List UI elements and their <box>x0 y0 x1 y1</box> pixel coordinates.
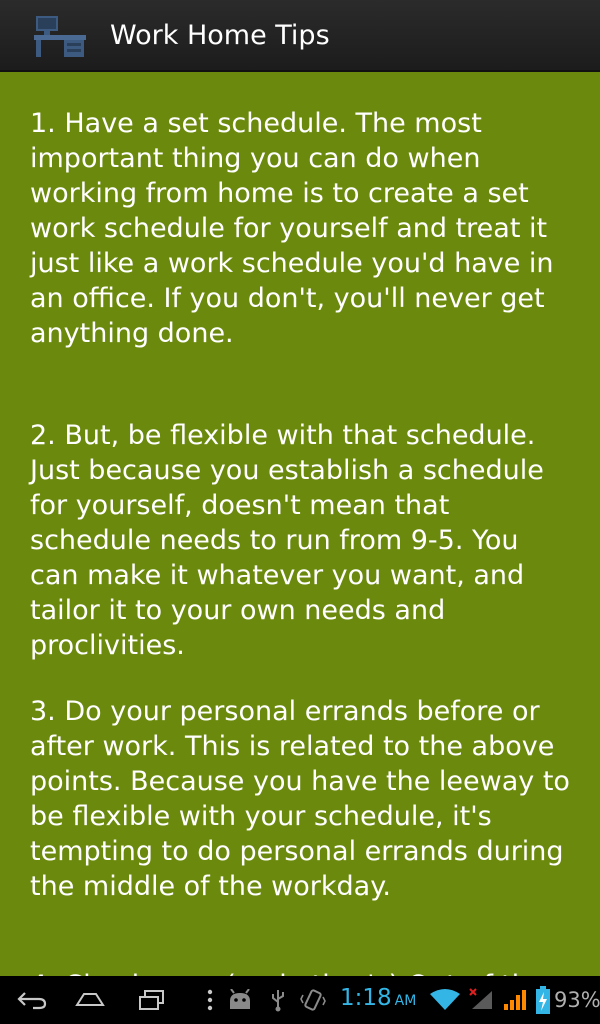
clock-time: 1:18 <box>340 985 392 1011</box>
home-icon <box>75 993 105 1006</box>
clock-ampm: AM <box>394 993 417 1009</box>
recent-apps-button[interactable] <box>132 976 172 1024</box>
recent-apps-icon <box>139 990 164 1010</box>
wifi-icon <box>428 976 462 1024</box>
overflow-menu-icon <box>207 989 213 1011</box>
desk-icon[interactable] <box>34 14 86 58</box>
app-title: Work Home Tips <box>110 20 330 51</box>
android-debug-icon <box>224 976 256 1024</box>
battery-charging-icon <box>534 976 552 1024</box>
status-clock: 1:18 AM <box>340 976 416 1024</box>
battery-percent: 93% <box>554 988 600 1012</box>
vibrate-icon <box>298 976 328 1024</box>
action-bar: Work Home Tips <box>0 0 600 72</box>
tip-text: 2. But, be flexible with that schedule. … <box>30 420 544 661</box>
tips-scroll-view[interactable]: 1. Have a set schedule. The most importa… <box>0 72 600 976</box>
back-icon <box>17 992 47 1010</box>
tip-text: 3. Do your personal errands before or af… <box>30 696 570 902</box>
usb-icon <box>266 976 290 1024</box>
no-signal-icon <box>466 976 496 1024</box>
home-button[interactable] <box>70 976 110 1024</box>
system-nav-bar: 1:18 AM 93% <box>0 976 600 1024</box>
tip-text: 4. Check your (and other's) Out-of-the..… <box>30 968 575 976</box>
app-screen: Work Home Tips 1. Have a set schedule. T… <box>0 0 600 1024</box>
cell-signal-icon <box>502 976 530 1024</box>
back-button[interactable] <box>12 976 52 1024</box>
tip-text: 1. Have a set schedule. The most importa… <box>30 108 554 349</box>
menu-button[interactable] <box>200 976 220 1024</box>
